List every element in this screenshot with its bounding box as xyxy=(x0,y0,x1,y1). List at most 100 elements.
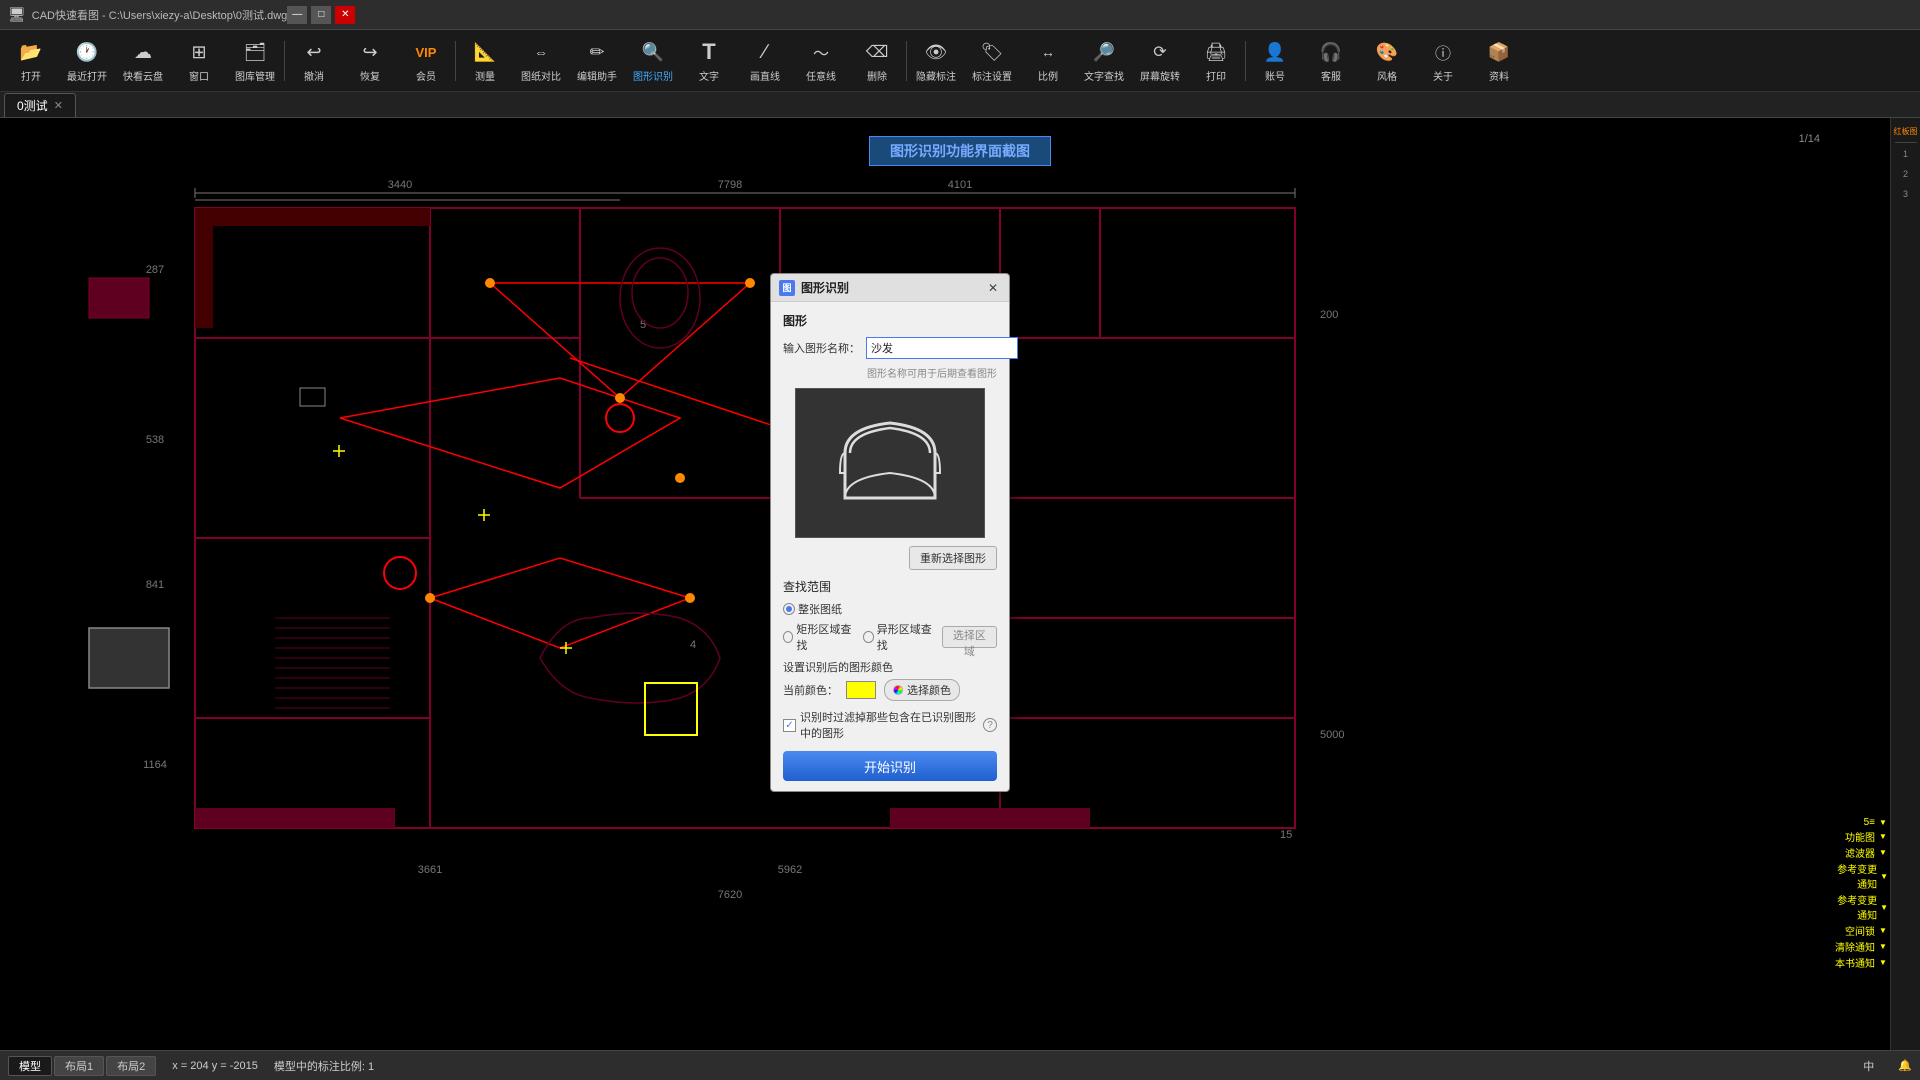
toolbar-text[interactable]: T 文字 xyxy=(682,33,736,89)
modal-close-button[interactable]: ✕ xyxy=(985,280,1001,296)
toolbar-compare[interactable]: ⇔ 图纸对比 xyxy=(514,33,568,89)
window-title: CAD快速看图 - C:\Users\xiezy-a\Desktop\0测试.d… xyxy=(32,7,288,23)
toolbar-about-label: 关于 xyxy=(1433,68,1453,83)
color-pick-button[interactable]: 选择颜色 xyxy=(884,679,960,701)
toolbar-scale[interactable]: ↔ 比例 xyxy=(1021,33,1075,89)
canvas-area[interactable]: 7798 3440 4101 200 287 538 841 941 1164 … xyxy=(0,118,1920,1050)
recognize-icon: 🔍 xyxy=(639,38,667,66)
toolbar-style[interactable]: 🎨 风格 xyxy=(1360,33,1414,89)
radio-rect-area[interactable]: 矩形区域查找 xyxy=(783,621,851,653)
sys-tray-lang: 中 xyxy=(1863,1058,1874,1074)
toolbar: 📂 打开 🕐 最近打开 ☁ 快看云盘 ⊞ 窗口 🗂 图库管理 ↩ 撤消 ↪ 恢复… xyxy=(0,30,1920,92)
toolbar-drawline-label: 画直线 xyxy=(750,68,780,83)
style-icon: 🎨 xyxy=(1373,38,1401,66)
toolbar-library[interactable]: 🗂 图库管理 xyxy=(228,33,282,89)
minimize-button[interactable]: — xyxy=(287,6,307,24)
toolbar-marksetting[interactable]: 🏷 标注设置 xyxy=(965,33,1019,89)
tab-model[interactable]: 模型 xyxy=(8,1056,52,1076)
close-button[interactable]: ✕ xyxy=(335,6,355,24)
frp-arrow-5: ▼ xyxy=(1878,818,1888,828)
right-panel-item-2: 1 xyxy=(1893,145,1919,163)
radio-full-paper[interactable]: 整张图纸 xyxy=(783,601,842,617)
start-recognize-button[interactable]: 开始识别 xyxy=(783,751,997,781)
toolbar-erase-label: 删除 xyxy=(867,68,887,83)
modal-reselect-button[interactable]: 重新选择图形 xyxy=(909,546,997,570)
toolbar-anyline[interactable]: 〜 任意线 xyxy=(794,33,848,89)
tab-layout1[interactable]: 布局1 xyxy=(54,1056,104,1076)
radio-row-2: 矩形区域查找 异形区域查找 选择区域 xyxy=(783,621,997,653)
toolbar-service-label: 客服 xyxy=(1321,68,1341,83)
modal-titlebar: 图 图形识别 ✕ xyxy=(771,274,1009,302)
status-tabs: 模型 布局1 布局2 xyxy=(8,1056,156,1076)
right-panel: 红板图 1 2 3 xyxy=(1890,118,1920,1050)
erase-icon: ⌫ xyxy=(863,38,891,66)
tab-0-test-label: 0测试 xyxy=(17,97,48,114)
color-swatch[interactable] xyxy=(846,681,876,699)
frp-item-clear[interactable]: 清除通知 ▼ xyxy=(1835,939,1890,954)
toolbar-service[interactable]: 🎧 客服 xyxy=(1304,33,1358,89)
toolbar-recognize[interactable]: 🔍 图形识别 xyxy=(626,33,680,89)
tab-close-icon[interactable]: ✕ xyxy=(54,99,63,112)
toolbar-account-label: 账号 xyxy=(1265,68,1285,83)
toolbar-drawline[interactable]: ∕ 画直线 xyxy=(738,33,792,89)
toolbar-account[interactable]: 👤 账号 xyxy=(1248,33,1302,89)
toolbar-redo[interactable]: ↪ 恢复 xyxy=(343,33,397,89)
recent-icon: 🕐 xyxy=(73,38,101,66)
frp-item-notify1[interactable]: 参考变更通知 ▼ xyxy=(1835,861,1890,891)
toolbar-resource-label: 资料 xyxy=(1489,68,1509,83)
toolbar-anyline-label: 任意线 xyxy=(806,68,836,83)
toolbar-recent[interactable]: 🕐 最近打开 xyxy=(60,33,114,89)
service-icon: 🎧 xyxy=(1317,38,1345,66)
status-scale: 模型中的标注比例: 1 xyxy=(274,1058,374,1074)
maximize-button[interactable]: □ xyxy=(311,6,331,24)
frp-item-booknotify[interactable]: 本书通知 ▼ xyxy=(1835,955,1890,970)
toolbar-textfind[interactable]: 🔎 文字查找 xyxy=(1077,33,1131,89)
drawline-icon: ∕ xyxy=(751,38,779,66)
filter-checkbox[interactable] xyxy=(783,719,796,732)
radio-poly-area[interactable]: 异形区域查找 xyxy=(863,621,931,653)
tab-0-test[interactable]: 0测试 ✕ xyxy=(4,93,76,117)
frp-item-power[interactable]: 功能图 ▼ xyxy=(1835,829,1890,844)
toolbar-cloud[interactable]: ☁ 快看云盘 xyxy=(116,33,170,89)
radio-full-paper-circle xyxy=(783,603,795,615)
toolbar-vip[interactable]: VIP 会员 xyxy=(399,33,453,89)
frp-item-filter[interactable]: 滤波器 ▼ xyxy=(1835,845,1890,860)
modal-shape-name-input[interactable] xyxy=(866,337,1018,359)
color-section-title: 设置识别后的图形颜色 xyxy=(783,659,997,675)
toolbar-divider-2 xyxy=(455,41,456,81)
toolbar-window[interactable]: ⊞ 窗口 xyxy=(172,33,226,89)
color-label: 当前颜色： xyxy=(783,682,838,698)
toolbar-print[interactable]: 🖨 打印 xyxy=(1189,33,1243,89)
modal-shape-preview xyxy=(795,388,985,538)
toolbar-vip-label: 会员 xyxy=(416,68,436,83)
frp-item-lock[interactable]: 空间锁 ▼ xyxy=(1835,923,1890,938)
help-icon[interactable]: ? xyxy=(983,718,997,732)
anyline-icon: 〜 xyxy=(807,38,835,66)
toolbar-about[interactable]: ⓘ 关于 xyxy=(1416,33,1470,89)
toolbar-erase[interactable]: ⌫ 删除 xyxy=(850,33,904,89)
undo-icon: ↩ xyxy=(300,38,328,66)
modal-select-region-button[interactable]: 选择区域 xyxy=(942,626,997,648)
toolbar-measure[interactable]: 📐 测量 xyxy=(458,33,512,89)
filter-checkbox-label: 识别时过滤掉那些包含在已识别图形中的图形 xyxy=(800,709,979,741)
toolbar-screenrot[interactable]: ⟳ 屏幕旋转 xyxy=(1133,33,1187,89)
radio-poly-area-label: 异形区域查找 xyxy=(877,621,932,653)
tab-layout2[interactable]: 布局2 xyxy=(106,1056,156,1076)
toolbar-open[interactable]: 📂 打开 xyxy=(4,33,58,89)
status-coords: x = 204 y = -2015 xyxy=(172,1060,258,1072)
radio-rect-area-label: 矩形区域查找 xyxy=(796,621,851,653)
tab-bar: 0测试 ✕ xyxy=(0,92,1920,118)
toolbar-undo[interactable]: ↩ 撤消 xyxy=(287,33,341,89)
toolbar-editor[interactable]: ✏ 编辑助手 xyxy=(570,33,624,89)
toolbar-hide[interactable]: 👁 隐藏标注 xyxy=(909,33,963,89)
frp-item-5[interactable]: 5≡ ▼ xyxy=(1835,817,1890,828)
toolbar-library-label: 图库管理 xyxy=(235,68,275,83)
color-pick-label: 选择颜色 xyxy=(907,682,951,698)
toolbar-resource[interactable]: 📦 资料 xyxy=(1472,33,1526,89)
frp-item-notify2[interactable]: 参考变更通知 ▼ xyxy=(1835,892,1890,922)
frp-arrow-notify2: ▼ xyxy=(1880,902,1888,912)
toolbar-style-label: 风格 xyxy=(1377,68,1397,83)
radio-poly-area-circle xyxy=(863,631,873,643)
right-panel-item-1[interactable]: 红板图 xyxy=(1893,122,1919,140)
modal-search-title: 查找范围 xyxy=(783,578,997,595)
